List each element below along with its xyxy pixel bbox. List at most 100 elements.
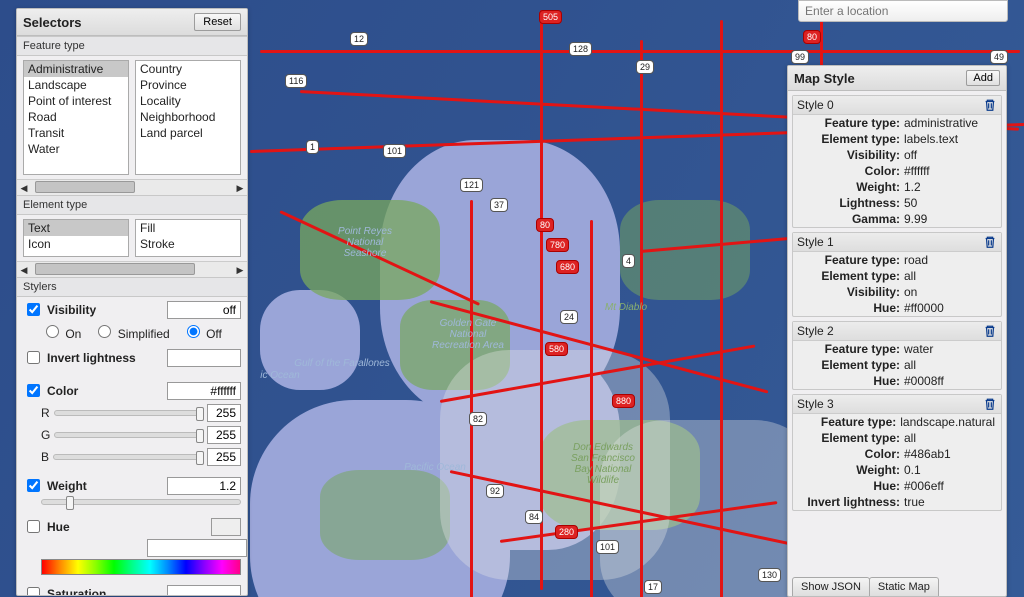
style-property-key: Visibility: xyxy=(799,285,904,299)
saturation-value-input[interactable] xyxy=(167,585,241,597)
style-property-key: Lightness: xyxy=(799,196,904,210)
shield-82: 82 xyxy=(469,412,487,426)
style-block-0[interactable]: Style 0Feature type:administrativeElemen… xyxy=(792,95,1002,228)
style-property-row: Element type:all xyxy=(793,357,1001,373)
radio-off-label: Off xyxy=(206,327,222,341)
listbox-option[interactable]: Stroke xyxy=(136,236,240,252)
style-property-key: Feature type: xyxy=(799,253,904,267)
b-slider[interactable] xyxy=(53,454,203,460)
shield-580: 580 xyxy=(545,342,568,356)
weight-value-input[interactable] xyxy=(167,477,241,495)
feature-type-hscroll[interactable]: ◀ ▶ xyxy=(17,179,247,195)
r-slider[interactable] xyxy=(54,410,203,416)
weight-slider[interactable] xyxy=(41,499,241,505)
element-type-list-2[interactable]: FillStroke xyxy=(135,219,241,257)
visibility-on-radio[interactable] xyxy=(46,325,59,338)
shield-116: 116 xyxy=(285,74,307,88)
style-property-row: Color:#ffffff xyxy=(793,163,1001,179)
style-property-row: Element type:all xyxy=(793,268,1001,284)
map-label-gulf: Gulf of the Farallones xyxy=(272,358,412,369)
style-property-value: all xyxy=(904,358,995,372)
listbox-option[interactable]: Road xyxy=(24,109,128,125)
hue-checkbox[interactable] xyxy=(27,520,40,533)
map-style-title: Map Style xyxy=(794,71,855,86)
listbox-option[interactable]: Province xyxy=(136,77,240,93)
style-property-row: Element type:all xyxy=(793,430,1001,446)
listbox-option[interactable]: Administrative xyxy=(24,61,128,77)
style-block-3[interactable]: Style 3Feature type:landscape.naturalEle… xyxy=(792,394,1002,511)
hue-spectrum[interactable] xyxy=(41,559,241,575)
shield-24: 24 xyxy=(560,310,578,324)
style-property-key: Feature type: xyxy=(799,415,900,429)
style-property-key: Color: xyxy=(799,164,904,178)
add-style-button[interactable]: Add xyxy=(966,70,1000,86)
listbox-option[interactable]: Land parcel xyxy=(136,125,240,141)
listbox-option[interactable]: Water xyxy=(24,141,128,157)
style-block-2[interactable]: Style 2Feature type:waterElement type:al… xyxy=(792,321,1002,390)
style-property-row: Hue:#0008ff xyxy=(793,373,1001,389)
listbox-option[interactable]: Point of interest xyxy=(24,93,128,109)
style-property-value: administrative xyxy=(904,116,995,130)
shield-29: 29 xyxy=(636,60,654,74)
style-property-value: off xyxy=(904,148,995,162)
invert-lightness-value-input[interactable] xyxy=(167,349,241,367)
visibility-simplified-radio[interactable] xyxy=(98,325,111,338)
listbox-option[interactable]: Neighborhood xyxy=(136,109,240,125)
style-property-row: Invert lightness:true xyxy=(793,494,1001,510)
weight-checkbox[interactable] xyxy=(27,479,40,492)
trash-icon[interactable] xyxy=(983,397,997,411)
invert-lightness-checkbox[interactable] xyxy=(27,351,40,364)
map-label-don-edwards: Don EdwardsSan FranciscoBay NationalWild… xyxy=(548,442,658,486)
feature-type-list-1[interactable]: AdministrativeLandscapePoint of interest… xyxy=(23,60,129,175)
style-block-1[interactable]: Style 1Feature type:roadElement type:all… xyxy=(792,232,1002,317)
r-value-input[interactable] xyxy=(207,404,241,422)
selectors-panel: Selectors Reset Feature type Administrat… xyxy=(16,8,248,596)
style-property-row: Lightness:50 xyxy=(793,195,1001,211)
shield-128: 128 xyxy=(569,42,592,56)
feature-type-list-2[interactable]: CountryProvinceLocalityNeighborhoodLand … xyxy=(135,60,241,175)
trash-icon[interactable] xyxy=(983,324,997,338)
shield-280: 280 xyxy=(555,525,578,539)
shield-80: 80 xyxy=(803,30,821,44)
static-map-tab[interactable]: Static Map xyxy=(869,577,939,596)
element-type-list-1[interactable]: TextIcon xyxy=(23,219,129,257)
location-search-input[interactable] xyxy=(798,0,1008,22)
visibility-off-radio[interactable] xyxy=(187,325,200,338)
shield-780: 780 xyxy=(546,238,569,252)
style-property-row: Feature type:water xyxy=(793,341,1001,357)
listbox-option[interactable]: Text xyxy=(24,220,128,236)
shield-37: 37 xyxy=(490,198,508,212)
style-property-value: on xyxy=(904,285,995,299)
listbox-option[interactable]: Country xyxy=(136,61,240,77)
trash-icon[interactable] xyxy=(983,98,997,112)
b-label: B xyxy=(41,450,49,464)
g-slider[interactable] xyxy=(54,432,203,438)
feature-type-heading: Feature type xyxy=(17,36,247,56)
listbox-option[interactable]: Transit xyxy=(24,125,128,141)
style-property-key: Hue: xyxy=(799,301,904,315)
shield-880: 880 xyxy=(612,394,635,408)
style-property-key: Element type: xyxy=(799,431,904,445)
color-checkbox[interactable] xyxy=(27,384,40,397)
visibility-value-input[interactable] xyxy=(167,301,241,319)
saturation-checkbox[interactable] xyxy=(27,587,40,596)
b-value-input[interactable] xyxy=(207,448,241,466)
listbox-option[interactable]: Landscape xyxy=(24,77,128,93)
visibility-checkbox[interactable] xyxy=(27,303,40,316)
hue-value-input[interactable] xyxy=(147,539,247,557)
show-json-tab[interactable]: Show JSON xyxy=(792,577,870,596)
color-value-input[interactable] xyxy=(167,382,241,400)
style-property-key: Weight: xyxy=(799,180,904,194)
radio-simplified-label: Simplified xyxy=(118,327,170,341)
listbox-option[interactable]: Locality xyxy=(136,93,240,109)
stylers-heading: Stylers xyxy=(17,277,247,297)
g-value-input[interactable] xyxy=(207,426,241,444)
reset-button[interactable]: Reset xyxy=(194,13,241,31)
saturation-label: Saturation xyxy=(47,587,106,597)
trash-icon[interactable] xyxy=(983,235,997,249)
listbox-option[interactable]: Icon xyxy=(24,236,128,252)
listbox-option[interactable]: Fill xyxy=(136,220,240,236)
element-type-hscroll[interactable]: ◀ ▶ xyxy=(17,261,247,277)
style-property-value: #486ab1 xyxy=(904,447,995,461)
style-property-key: Weight: xyxy=(799,463,904,477)
